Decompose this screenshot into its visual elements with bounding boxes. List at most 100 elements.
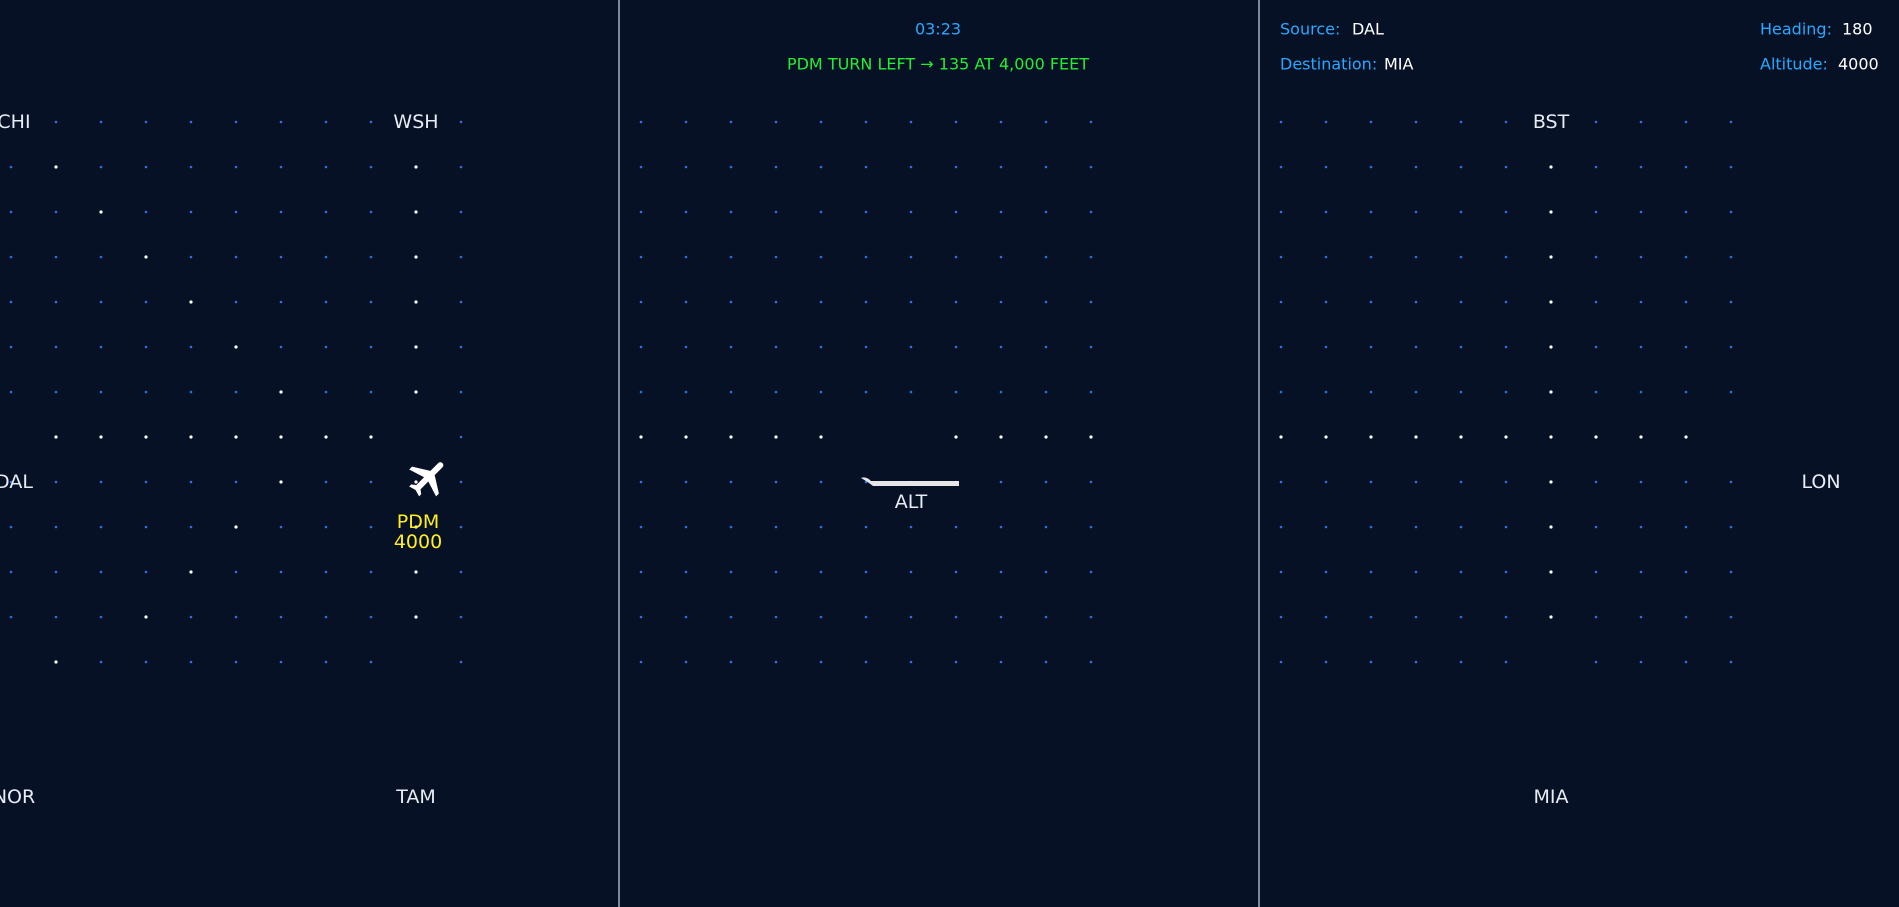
grid-dot	[1504, 435, 1508, 439]
grid-dot	[1089, 300, 1093, 304]
grid-dot	[1684, 345, 1688, 349]
grid-dot	[819, 255, 823, 259]
grid-dot	[1414, 255, 1418, 259]
grid-dot	[639, 345, 643, 349]
grid-dot	[729, 615, 733, 619]
grid-dot	[954, 570, 958, 574]
grid-dot	[1324, 660, 1328, 664]
grid-dot	[279, 255, 283, 259]
grid-dot	[954, 165, 958, 169]
grid-dot	[1459, 525, 1463, 529]
grid-dot	[1729, 480, 1733, 484]
grid-dot	[1684, 435, 1688, 439]
grid-dot	[639, 300, 643, 304]
grid-dot	[99, 435, 103, 439]
grid-dot	[324, 210, 328, 214]
grid-dot	[1369, 435, 1373, 439]
grid-dot	[729, 570, 733, 574]
grid-dot	[1594, 210, 1598, 214]
grid-dot	[1089, 120, 1093, 124]
grid-dot	[1414, 615, 1418, 619]
waypoint-nor[interactable]: NOR	[0, 786, 35, 808]
grid-dot	[369, 525, 373, 529]
grid-dot	[684, 300, 688, 304]
grid-dot	[729, 390, 733, 394]
grid-dot	[9, 255, 13, 259]
grid-dot	[1684, 660, 1688, 664]
grid-dot	[144, 120, 148, 124]
grid-dot	[1504, 300, 1508, 304]
grid-dot	[54, 570, 58, 574]
grid-dot	[189, 435, 193, 439]
grid-dot	[639, 615, 643, 619]
grid-dot	[9, 300, 13, 304]
grid-dot	[1459, 480, 1463, 484]
grid-dot	[1594, 615, 1598, 619]
grid-dot	[909, 615, 913, 619]
grid-dot	[324, 120, 328, 124]
right-sector-panel	[1260, 0, 1899, 907]
grid-dot	[819, 525, 823, 529]
grid-dot	[1594, 435, 1598, 439]
waypoint-chi[interactable]: CHI	[0, 111, 31, 133]
grid-dot	[1369, 615, 1373, 619]
waypoint-tam[interactable]: TAM	[396, 786, 436, 808]
grid-dot	[1594, 345, 1598, 349]
grid-dot	[1639, 435, 1643, 439]
runway[interactable]	[861, 476, 961, 490]
grid-dot	[1414, 390, 1418, 394]
grid-dot	[639, 165, 643, 169]
grid-dot	[639, 525, 643, 529]
grid-dot	[459, 660, 463, 664]
grid-dot	[1639, 480, 1643, 484]
grid-dot	[1504, 255, 1508, 259]
waypoint-mia[interactable]: MIA	[1534, 786, 1569, 808]
grid-dot	[1324, 435, 1328, 439]
grid-dot	[189, 345, 193, 349]
grid-dot	[1549, 345, 1553, 349]
waypoint-lon[interactable]: LON	[1801, 471, 1840, 493]
grid-dot	[1504, 570, 1508, 574]
grid-dot	[729, 165, 733, 169]
grid-dot	[909, 255, 913, 259]
grid-dot	[1044, 480, 1048, 484]
grid-dot	[1369, 165, 1373, 169]
grid-dot	[1369, 345, 1373, 349]
grid-dot	[1369, 525, 1373, 529]
grid-dot	[1549, 525, 1553, 529]
runway-label: ALT	[894, 491, 928, 513]
grid-dot	[234, 120, 238, 124]
grid-dot	[1504, 210, 1508, 214]
grid-dot	[1459, 345, 1463, 349]
grid-dot	[1324, 210, 1328, 214]
waypoint-dal[interactable]: DAL	[0, 471, 33, 493]
grid-dot	[639, 255, 643, 259]
grid-dot	[1324, 615, 1328, 619]
airplane-icon[interactable]	[405, 454, 453, 502]
grid-dot	[864, 390, 868, 394]
grid-dot	[1729, 300, 1733, 304]
grid-dot	[1594, 390, 1598, 394]
grid-dot	[864, 120, 868, 124]
grid-dot	[684, 480, 688, 484]
grid-dot	[1594, 165, 1598, 169]
grid-dot	[369, 120, 373, 124]
grid-dot	[279, 165, 283, 169]
grid-dot	[684, 390, 688, 394]
grid-dot	[639, 390, 643, 394]
grid-dot	[954, 525, 958, 529]
grid-dot	[54, 660, 58, 664]
waypoint-bst[interactable]: BST	[1533, 111, 1569, 133]
grid-dot	[1639, 255, 1643, 259]
grid-dot	[1684, 210, 1688, 214]
grid-dot	[1504, 660, 1508, 664]
grid-dot	[414, 165, 418, 169]
grid-dot	[864, 165, 868, 169]
waypoint-wsh[interactable]: WSH	[393, 111, 438, 133]
grid-dot	[9, 525, 13, 529]
grid-dot	[459, 300, 463, 304]
grid-dot	[1279, 435, 1283, 439]
grid-dot	[729, 345, 733, 349]
grid-dot	[414, 210, 418, 214]
grid-dot	[819, 300, 823, 304]
